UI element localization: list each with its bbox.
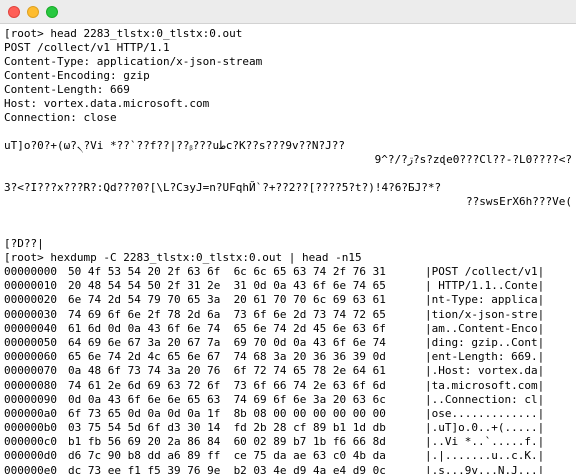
hexdump-ascii: |.s...9v...N.J...|: [425, 463, 545, 474]
hexdump-offset: 00000080: [4, 378, 57, 392]
hexdump-offset: 000000b0: [4, 421, 57, 435]
hexdump-row: 00000010 20 48 54 54 50 2f 31 2e 31 0d 0…: [4, 279, 572, 293]
hexdump-row: 000000a0 6f 73 65 0d 0a 0d 0a 1f 8b 08 0…: [4, 407, 572, 421]
zoom-button[interactable]: [46, 5, 58, 18]
http-header-host: Host: vortex.data.microsoft.com: [4, 97, 210, 110]
hexdump-row: 000000d0 d6 7c 90 b8 dd a6 89 ff ce 75 d…: [4, 449, 572, 463]
hexdump-ascii: |..Vi *..`.....f.|: [425, 435, 545, 449]
command-prompt-hexdump: [root> hexdump -C 2283_tlstx:0_tlstx:0.o…: [4, 251, 362, 264]
hexdump-offset: 00000020: [4, 293, 57, 307]
hexdump-ascii: |..Connection: cl|: [425, 392, 545, 406]
hexdump-bytes: 20 48 54 54 50 2f 31 2e 31 0d 0a 43 6f 6…: [68, 279, 386, 293]
hexdump-ascii: |tion/x-json-stre|: [425, 307, 545, 321]
http-request-line: POST /collect/v1 HTTP/1.1: [4, 41, 170, 54]
hexdump-bytes: b1 fb 56 69 20 2a 86 84 60 02 89 b7 1b f…: [68, 435, 386, 449]
hexdump-offset: 000000e0: [4, 463, 57, 474]
hexdump-offset: 000000a0: [4, 406, 57, 420]
hexdump-row: 00000000 50 4f 53 54 20 2f 63 6f 6c 6c 6…: [4, 265, 572, 279]
hexdump-bytes: 6e 74 2d 54 79 70 65 3a 20 61 70 70 6c 6…: [68, 293, 386, 307]
hexdump-offset: 00000000: [4, 265, 57, 278]
terminal-output[interactable]: [root> head 2283_tlstx:0_tlstx:0.out POS…: [0, 25, 576, 474]
hexdump-bytes: 64 69 6e 67 3a 20 67 7a 69 70 0d 0a 43 6…: [68, 335, 386, 349]
window-titlebar: [0, 0, 576, 24]
hexdump-offset: 00000050: [4, 335, 57, 349]
hexdump-bytes: 6f 73 65 0d 0a 0d 0a 1f 8b 08 00 00 00 0…: [68, 406, 386, 420]
hexdump-bytes: 74 69 6f 6e 2f 78 2d 6a 73 6f 6e 2d 73 7…: [68, 307, 386, 321]
hexdump-offset: 00000070: [4, 364, 57, 378]
hexdump-row: 00000040 61 6d 0d 0a 43 6f 6e 74 65 6e 7…: [4, 322, 572, 336]
close-button[interactable]: [8, 5, 20, 18]
hexdump-row: 000000e0 dc 73 ee f1 f5 39 76 9e b2 03 4…: [4, 464, 572, 474]
binary-garbage-line: [?D??|: [4, 237, 44, 250]
hexdump-offset: 00000090: [4, 392, 57, 406]
hexdump-row: 00000050 64 69 6e 67 3a 20 67 7a 69 70 0…: [4, 336, 572, 350]
hexdump-ascii: |ta.microsoft.com|: [425, 378, 545, 392]
hexdump-ascii: |POST /collect/v1|: [425, 265, 545, 278]
hexdump-row: 000000b0 03 75 54 5d 6f d3 30 14 fd 2b 2…: [4, 421, 572, 435]
hexdump-ascii: | HTTP/1.1..Conte|: [425, 279, 545, 293]
http-header-content-encoding: Content-Encoding: gzip: [4, 69, 150, 82]
hexdump-offset: 00000010: [4, 279, 57, 293]
hexdump-row: 00000080 74 61 2e 6d 69 63 72 6f 73 6f 6…: [4, 379, 572, 393]
http-header-connection: Connection: close: [4, 111, 117, 124]
hexdump-bytes: 0a 48 6f 73 74 3a 20 76 6f 72 74 65 78 2…: [68, 364, 386, 378]
hexdump-bytes: 03 75 54 5d 6f d3 30 14 fd 2b 28 cf 89 b…: [68, 421, 386, 435]
http-header-content-type: Content-Type: application/x-json-stream: [4, 55, 263, 68]
hexdump-offset: 000000d0: [4, 449, 57, 463]
hexdump-bytes: 74 61 2e 6d 69 63 72 6f 73 6f 66 74 2e 6…: [68, 378, 386, 392]
hexdump-ascii: |ent-Length: 669.|: [425, 350, 545, 364]
terminal-window: [root> head 2283_tlstx:0_tlstx:0.out POS…: [0, 0, 576, 474]
hexdump-row: 00000060 65 6e 74 2d 4c 65 6e 67 74 68 3…: [4, 350, 572, 364]
hexdump-ascii: |ding: gzip..Cont|: [425, 335, 545, 349]
hexdump-offset: 000000c0: [4, 435, 57, 449]
hexdump-ascii: |.|.......u..c.K.|: [425, 449, 545, 463]
binary-garbage-line: 9^?/?ڗ?s?zɖe0???Cl??-?L0????<?: [374, 153, 572, 166]
binary-garbage-line: ??swsErX6h???Ve(: [466, 195, 572, 208]
hexdump-bytes: 50 4f 53 54 20 2f 63 6f 6c 6c 65 63 74 2…: [68, 265, 386, 278]
hexdump-offset: 00000060: [4, 350, 57, 364]
hexdump-row: 00000070 0a 48 6f 73 74 3a 20 76 6f 72 7…: [4, 364, 572, 378]
command-prompt-head: [root> head 2283_tlstx:0_tlstx:0.out: [4, 27, 243, 40]
hexdump-ascii: |.Host: vortex.da|: [425, 364, 545, 378]
http-header-content-length: Content-Length: 669: [4, 83, 130, 96]
hexdump-bytes: dc 73 ee f1 f5 39 76 9e b2 03 4e d9 4a e…: [68, 463, 386, 474]
binary-garbage-line: uT]o?0?+(ω?৲?Vi *??`??f??|??ᵦ???uطc?K??s…: [4, 139, 345, 152]
hexdump-ascii: |.uT]o.0..+(.....|: [425, 421, 545, 435]
hexdump-ascii: |nt-Type: applica|: [425, 293, 545, 307]
hexdump-row: 00000090 0d 0a 43 6f 6e 6e 65 63 74 69 6…: [4, 393, 572, 407]
hexdump-bytes: 65 6e 74 2d 4c 65 6e 67 74 68 3a 20 36 3…: [68, 350, 386, 364]
hexdump-ascii: |am..Content-Enco|: [425, 321, 545, 335]
hexdump-bytes: d6 7c 90 b8 dd a6 89 ff ce 75 da ae 63 c…: [68, 449, 386, 463]
minimize-button[interactable]: [27, 5, 39, 18]
hexdump-row: 00000030 74 69 6f 6e 2f 78 2d 6a 73 6f 6…: [4, 308, 572, 322]
binary-garbage-line: 3?<?I???x???R?:Qd???0?[\L?CɜyJ=n?UFqhЙ`?…: [4, 181, 442, 194]
hexdump-offset: 00000030: [4, 307, 57, 321]
hexdump-ascii: |ose.............|: [425, 406, 545, 420]
hexdump-bytes: 0d 0a 43 6f 6e 6e 65 63 74 69 6f 6e 3a 2…: [68, 392, 386, 406]
hexdump-row: 00000020 6e 74 2d 54 79 70 65 3a 20 61 7…: [4, 293, 572, 307]
hexdump-offset: 00000040: [4, 321, 57, 335]
hexdump-row: 000000c0 b1 fb 56 69 20 2a 86 84 60 02 8…: [4, 435, 572, 449]
hexdump-output: 00000000 50 4f 53 54 20 2f 63 6f 6c 6c 6…: [4, 265, 572, 474]
hexdump-bytes: 61 6d 0d 0a 43 6f 6e 74 65 6e 74 2d 45 6…: [68, 321, 386, 335]
